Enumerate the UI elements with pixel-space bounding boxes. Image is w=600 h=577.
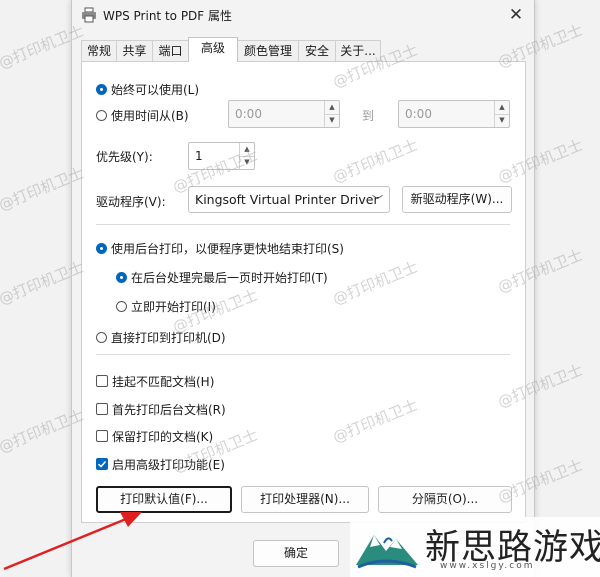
from-time-spinner: ▲ ▼ xyxy=(324,101,339,127)
site-logo: 新思路游戏 www.xslgy.com xyxy=(350,517,600,577)
always-available-radio[interactable] xyxy=(96,84,107,95)
from-time-down-icon[interactable]: ▼ xyxy=(325,114,339,127)
printer-properties-dialog: WPS Print to PDF 属性 ✕ 常规 共享 端口 高级 颜色管理 安… xyxy=(71,0,535,577)
spool-label: 使用后台打印，以便程序更快地结束打印(S) xyxy=(111,242,344,256)
driver-select[interactable]: Kingsoft Virtual Printer Driver ﹀ xyxy=(188,186,390,213)
close-button[interactable]: ✕ xyxy=(504,4,528,26)
advanced-features-checkbox[interactable] xyxy=(96,458,108,470)
priority-down-icon[interactable]: ▼ xyxy=(240,156,254,169)
start-immediately-radio[interactable] xyxy=(116,301,127,312)
start-after-last-page-label: 在后台处理完最后一页时开始打印(T) xyxy=(131,271,328,285)
keep-printed-checkbox[interactable] xyxy=(96,430,108,442)
to-time-input[interactable]: 0:00 ▲ ▼ xyxy=(398,100,510,128)
from-time-up-icon[interactable]: ▲ xyxy=(325,101,339,115)
printer-icon xyxy=(82,7,96,23)
priority-up-icon[interactable]: ▲ xyxy=(240,143,254,157)
always-available-label: 始终可以使用(L) xyxy=(111,83,200,97)
available-from-label: 使用时间从(B) xyxy=(111,109,189,123)
to-label: 到 xyxy=(362,109,375,123)
printing-defaults-button[interactable]: 打印默认值(F)... xyxy=(96,486,232,513)
priority-spinner: ▲ ▼ xyxy=(239,143,254,169)
to-time-value: 0:00 xyxy=(405,107,432,121)
to-time-down-icon[interactable]: ▼ xyxy=(495,114,509,127)
hold-mismatched-checkbox[interactable] xyxy=(96,375,108,387)
print-direct-label: 直接打印到打印机(D) xyxy=(111,331,226,345)
checkmark-icon xyxy=(97,460,107,468)
window-title: WPS Print to PDF 属性 xyxy=(103,9,233,23)
chevron-down-icon: ﹀ xyxy=(372,194,383,207)
print-processor-button[interactable]: 打印处理器(N)... xyxy=(241,486,369,513)
priority-label: 优先级(Y): xyxy=(96,150,153,164)
title-bar: WPS Print to PDF 属性 ✕ xyxy=(72,0,534,30)
advanced-panel: 始终可以使用(L) 使用时间从(B) 0:00 ▲ ▼ 到 0:00 ▲ ▼ 优… xyxy=(81,61,526,523)
advanced-features-label: 启用高级打印功能(E) xyxy=(112,458,225,472)
divider xyxy=(96,224,510,225)
tab-color-management[interactable]: 颜色管理 xyxy=(237,40,299,61)
tab-ports[interactable]: 端口 xyxy=(152,40,189,61)
spooled-first-label: 首先打印后台文档(R) xyxy=(112,403,226,417)
tab-general[interactable]: 常规 xyxy=(81,40,117,61)
ok-button[interactable]: 确定 xyxy=(253,540,339,567)
logo-url: www.xslgy.com xyxy=(440,561,535,571)
tab-sharing[interactable]: 共享 xyxy=(116,40,153,61)
to-time-spinner: ▲ ▼ xyxy=(494,101,509,127)
from-time-input[interactable]: 0:00 ▲ ▼ xyxy=(228,100,340,128)
tab-about[interactable]: 关于... xyxy=(335,40,381,61)
print-direct-radio[interactable] xyxy=(96,332,107,343)
from-time-value: 0:00 xyxy=(235,107,262,121)
tab-advanced[interactable]: 高级 xyxy=(188,37,238,62)
priority-value: 1 xyxy=(195,149,203,163)
mountain-logo-icon xyxy=(356,535,418,569)
hold-mismatched-label: 挂起不匹配文档(H) xyxy=(112,375,215,389)
spooled-first-checkbox[interactable] xyxy=(96,403,108,415)
available-from-radio[interactable] xyxy=(96,110,107,121)
separator-page-button[interactable]: 分隔页(O)... xyxy=(378,486,512,513)
driver-selected-value: Kingsoft Virtual Printer Driver xyxy=(195,192,379,207)
divider xyxy=(96,354,510,355)
keep-printed-label: 保留打印的文档(K) xyxy=(112,430,214,444)
tab-security[interactable]: 安全 xyxy=(298,40,336,61)
driver-label: 驱动程序(V): xyxy=(96,195,166,209)
to-time-up-icon[interactable]: ▲ xyxy=(495,101,509,115)
new-driver-button[interactable]: 新驱动程序(W)... xyxy=(402,186,512,213)
spool-radio[interactable] xyxy=(96,243,107,254)
priority-input[interactable]: 1 ▲ ▼ xyxy=(188,142,255,170)
start-immediately-label: 立即开始打印(I) xyxy=(131,300,216,314)
start-after-last-page-radio[interactable] xyxy=(116,272,127,283)
